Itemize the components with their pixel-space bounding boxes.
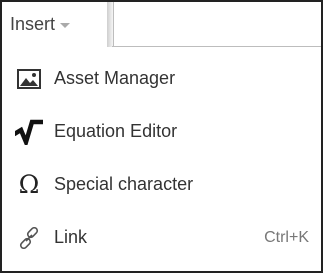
omega-icon: Ω [18, 170, 40, 199]
menu-item-special-character[interactable]: Ω Special character [2, 158, 321, 211]
menu-bar: Insert [2, 2, 321, 47]
menu-item-asset-manager[interactable]: Asset Manager [2, 52, 321, 105]
tab-divider [107, 2, 114, 47]
image-icon [14, 64, 44, 94]
insert-menu-button[interactable]: Insert [2, 2, 107, 47]
square-root-icon [14, 117, 44, 147]
menu-item-label: Equation Editor [54, 121, 178, 141]
menu-item-label: Asset Manager [54, 68, 176, 88]
chevron-down-icon [60, 23, 71, 28]
menu-item-label: Link [54, 227, 88, 247]
insert-dropdown-menu: Asset Manager Equation Editor Ω Special … [2, 52, 321, 264]
menu-bar-divider [112, 46, 321, 47]
link-icon [14, 223, 44, 253]
insert-menu-label: Insert [10, 14, 56, 34]
keyboard-shortcut: Ctrl+K [264, 228, 309, 246]
menu-item-equation-editor[interactable]: Equation Editor [2, 105, 321, 158]
menu-item-link[interactable]: Link Ctrl+K [2, 211, 321, 264]
menu-item-label: Special character [54, 174, 194, 194]
insert-menu-frame: Insert Asset Manager Equation Editor Ω S… [0, 0, 323, 273]
